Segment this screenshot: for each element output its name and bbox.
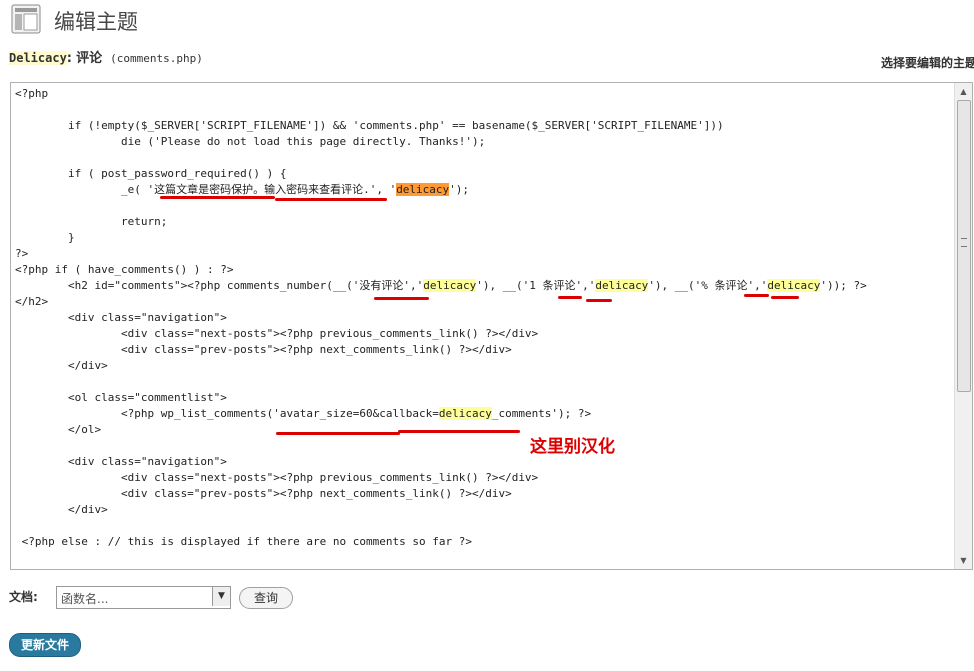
code-line: <div class="prev-posts"><?php next_comme…	[15, 343, 512, 356]
function-name-select[interactable]: 函数名... ▼	[56, 586, 231, 609]
red-underline	[398, 430, 520, 433]
file-colon: :	[66, 51, 72, 66]
code-line: die ('Please do not load this page direc…	[15, 135, 486, 148]
select-value: 函数名...	[61, 592, 109, 606]
red-underline	[276, 432, 400, 435]
red-underline	[771, 296, 799, 299]
code-line: if ( post_password_required() ) {	[15, 167, 287, 180]
theme-selector-label: 选择要编辑的主题	[881, 56, 974, 70]
file-name: (comments.php)	[110, 52, 203, 65]
code-line: </div>	[15, 503, 108, 516]
code-line: <div class="prev-posts"><?php next_comme…	[15, 487, 512, 500]
page-layout-icon	[11, 4, 41, 34]
file-title: 评论	[76, 51, 103, 66]
code-line: <?php	[15, 87, 49, 100]
code-line: '), __('1 条评论','	[476, 279, 596, 292]
code-line: _comments'); ?>	[491, 407, 592, 420]
arrow-down-icon[interactable]: ▼	[956, 553, 971, 568]
editor-scrollbar[interactable]: ▲ ▼	[954, 83, 972, 569]
red-underline	[275, 198, 387, 201]
update-file-button[interactable]: 更新文件	[9, 633, 81, 657]
page-title: 编辑主题	[54, 10, 138, 34]
code-line: <?php if ( have_comments() ) : ?>	[15, 263, 234, 276]
search-highlight-active: delicacy	[396, 183, 450, 196]
code-editor[interactable]: <?php if (!empty($_SERVER['SCRIPT_FILENA…	[10, 82, 973, 570]
search-highlight: delicacy	[438, 407, 492, 420]
scrollbar-thumb[interactable]	[957, 100, 971, 392]
grip-icon	[961, 238, 967, 247]
code-line: return;	[15, 215, 168, 228]
theme-name: Delicacy	[9, 51, 67, 65]
code-line: '), __('% 条评论','	[648, 279, 768, 292]
code-line: }	[15, 231, 75, 244]
red-underline	[558, 296, 582, 299]
red-underline	[744, 294, 769, 297]
code-line: <div class="next-posts"><?php previous_c…	[15, 327, 539, 340]
red-annotation: 这里别汉化	[530, 437, 615, 457]
code-line: _e( '这篇文章是密码保护。输入密码来查看评论.', '	[15, 183, 397, 196]
documentation-label: 文档:	[9, 590, 38, 604]
search-highlight: delicacy	[595, 279, 649, 292]
search-highlight: delicacy	[767, 279, 821, 292]
code-content[interactable]: <?php if (!empty($_SERVER['SCRIPT_FILENA…	[15, 86, 954, 569]
chevron-down-icon[interactable]: ▼	[212, 587, 230, 606]
code-line: <div class="next-posts"><?php previous_c…	[15, 471, 539, 484]
code-line: <div class="navigation">	[15, 311, 227, 324]
code-line: <?php else : // this is displayed if the…	[15, 535, 472, 548]
arrow-up-icon[interactable]: ▲	[956, 84, 971, 99]
code-line: </div>	[15, 359, 108, 372]
code-line: <div class="navigation">	[15, 455, 227, 468]
code-line: </ol>	[15, 423, 102, 436]
red-underline	[586, 299, 612, 302]
code-line: <h2 id="comments"><?php comments_number(…	[15, 279, 424, 292]
file-heading: Delicacy: 评论 (comments.php)	[9, 47, 203, 66]
code-line: ');	[449, 183, 470, 196]
search-highlight: delicacy	[423, 279, 477, 292]
code-line: <ol class="commentlist">	[15, 391, 227, 404]
code-line: <?php wp_list_comments('avatar_size=60&c…	[15, 407, 439, 420]
code-line: ?>	[15, 247, 29, 260]
code-line: if (!empty($_SERVER['SCRIPT_FILENAME']) …	[15, 119, 724, 132]
red-underline	[160, 196, 275, 199]
lookup-button[interactable]: 查询	[239, 587, 293, 609]
red-underline	[374, 297, 429, 300]
code-line: ')); ?>	[820, 279, 867, 292]
code-line: </h2>	[15, 295, 49, 308]
